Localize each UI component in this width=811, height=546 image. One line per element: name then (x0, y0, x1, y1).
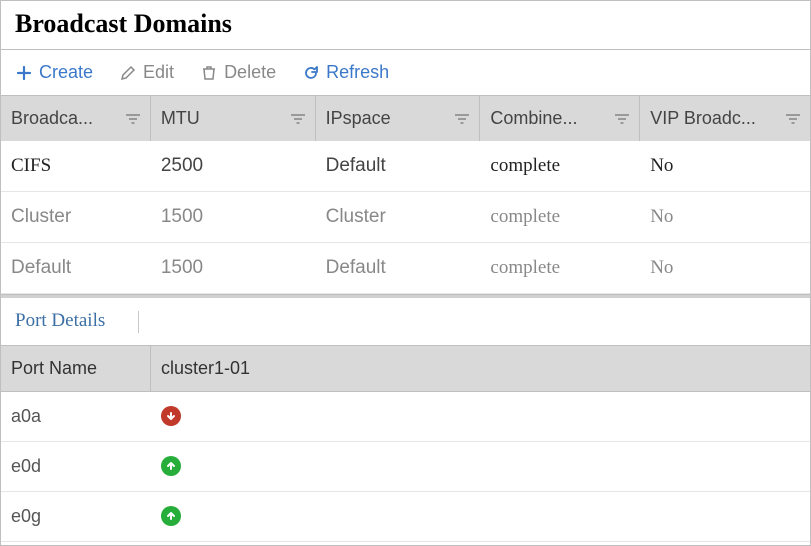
arrow-up-icon (161, 506, 181, 526)
col-node[interactable]: cluster1-01 (151, 346, 810, 391)
filter-icon[interactable] (615, 113, 629, 125)
cell: Default (316, 243, 481, 293)
trash-icon (200, 64, 218, 82)
port-name-cell: e0g (1, 492, 151, 541)
col-ipspace-label: IPspace (326, 108, 391, 129)
port-table-header: Port Name cluster1-01 (1, 345, 810, 392)
cell: 2500 (151, 141, 316, 191)
create-button[interactable]: Create (15, 62, 93, 83)
table-row[interactable]: CIFS2500DefaultcompleteNo (1, 141, 810, 192)
filter-icon[interactable] (126, 113, 140, 125)
create-label: Create (39, 62, 93, 83)
col-broadcast-label: Broadca... (11, 108, 93, 129)
arrow-down-icon (161, 406, 181, 426)
cell: Default (316, 141, 481, 191)
delete-label: Delete (224, 62, 276, 83)
col-port-name-label: Port Name (11, 358, 97, 378)
cell: complete (480, 243, 640, 293)
cell: No (640, 192, 810, 242)
cell: Default (1, 243, 151, 293)
arrow-up-icon (161, 456, 181, 476)
port-row[interactable]: a0a (1, 392, 810, 442)
cell: Cluster (316, 192, 481, 242)
col-broadcast[interactable]: Broadca... (1, 96, 151, 141)
cell: Cluster (1, 192, 151, 242)
port-details-label: Port Details (15, 310, 105, 331)
page-title: Broadcast Domains (1, 1, 810, 50)
pencil-icon (119, 64, 137, 82)
filter-icon[interactable] (786, 113, 800, 125)
col-ipspace[interactable]: IPspace (316, 96, 481, 141)
port-details-title: Port Details (1, 298, 810, 345)
col-vip[interactable]: VIP Broadc... (640, 96, 810, 141)
refresh-button[interactable]: Refresh (302, 62, 389, 83)
col-combined[interactable]: Combine... (480, 96, 640, 141)
port-status-cell (151, 392, 810, 441)
edit-button[interactable]: Edit (119, 62, 174, 83)
port-name-cell: e0d (1, 442, 151, 491)
port-name-cell: a0a (1, 392, 151, 441)
cell: 1500 (151, 192, 316, 242)
port-status-cell (151, 492, 810, 541)
cell: No (640, 141, 810, 191)
cell: complete (480, 192, 640, 242)
port-status-cell (151, 442, 810, 491)
port-table-body: a0ae0de0g (1, 392, 810, 542)
edit-label: Edit (143, 62, 174, 83)
cell: CIFS (1, 141, 151, 191)
col-combined-label: Combine... (490, 108, 577, 129)
col-vip-label: VIP Broadc... (650, 108, 756, 129)
col-node-label: cluster1-01 (161, 358, 250, 378)
cell: 1500 (151, 243, 316, 293)
port-row[interactable]: e0d (1, 442, 810, 492)
port-row[interactable]: e0g (1, 492, 810, 542)
cell: complete (480, 141, 640, 191)
refresh-icon (302, 64, 320, 82)
table-row[interactable]: Cluster1500ClustercompleteNo (1, 192, 810, 243)
col-mtu[interactable]: MTU (151, 96, 316, 141)
filter-icon[interactable] (455, 113, 469, 125)
col-port-name[interactable]: Port Name (1, 346, 151, 391)
table-body: CIFS2500DefaultcompleteNoCluster1500Clus… (1, 141, 810, 294)
col-mtu-label: MTU (161, 108, 200, 129)
table-header: Broadca... MTU IPspace Combine... VIP Br… (1, 96, 810, 141)
refresh-label: Refresh (326, 62, 389, 83)
toolbar: Create Edit Delete Refresh (1, 50, 810, 96)
delete-button[interactable]: Delete (200, 62, 276, 83)
divider (138, 311, 139, 333)
plus-icon (15, 64, 33, 82)
cell: No (640, 243, 810, 293)
filter-icon[interactable] (291, 113, 305, 125)
table-row[interactable]: Default1500DefaultcompleteNo (1, 243, 810, 294)
